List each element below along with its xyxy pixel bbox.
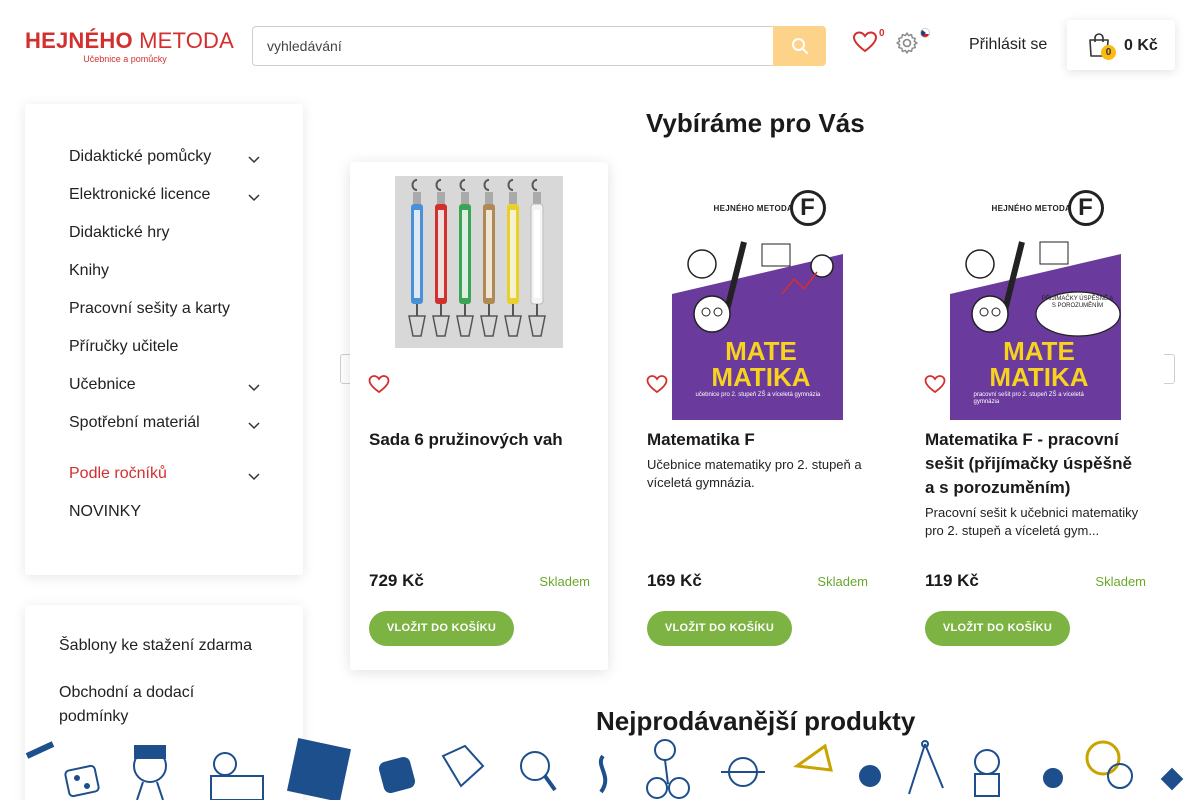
- link-sablony[interactable]: Šablony ke stažení zdarma: [59, 634, 279, 658]
- wishlist-button[interactable]: 0: [852, 28, 885, 58]
- site-logo[interactable]: HEJNÉHO METODA Učebnice a pomůcky: [25, 28, 234, 66]
- book-cover: HEJNÉHO METODA F PŘIJÍMAČKY ÚSPĚŠNĚ A S …: [949, 176, 1121, 420]
- search-input[interactable]: [252, 26, 782, 66]
- heart-icon: [852, 31, 878, 53]
- wishlist-count: 0: [879, 28, 885, 39]
- add-to-wishlist-heart-icon[interactable]: [368, 374, 390, 394]
- cz-flag-icon: [920, 28, 930, 38]
- sidebar-item-podle-rocniku[interactable]: Podle ročníků: [69, 465, 269, 489]
- logo-light-text: METODA: [139, 28, 234, 53]
- product-description: Pracovní sešit k učebnici matematiky pro…: [925, 505, 1139, 538]
- sidebar-item-prirucky-ucitele[interactable]: Příručky učitele: [69, 338, 269, 362]
- book-cover: HEJNÉHO METODA F MATE MATIKA učebnice pr…: [671, 176, 843, 420]
- sidebar-item-ucebnice[interactable]: Učebnice: [69, 376, 269, 400]
- sidebar-item-label: Učebnice: [69, 376, 136, 393]
- sidebar-item-label: Příručky učitele: [69, 338, 179, 355]
- login-link[interactable]: Přihlásit se: [969, 36, 1047, 54]
- add-to-wishlist-heart-icon[interactable]: [924, 374, 946, 394]
- chevron-down-icon[interactable]: [247, 152, 261, 166]
- cover-letter: F: [789, 190, 826, 226]
- product-name[interactable]: Matematika F - pracovní sešit (přijímačk…: [925, 428, 1145, 500]
- cover-illustration: [671, 234, 843, 333]
- settings-button[interactable]: [895, 28, 933, 59]
- cover-illustration: [949, 234, 1121, 337]
- cart-button[interactable]: 0 0 Kč: [1067, 20, 1175, 70]
- cover-brand: HEJNÉHO METODA: [713, 204, 794, 213]
- product-card: Sada 6 pružinových vah 729 Kč Skladem VL…: [350, 162, 608, 670]
- sidebar-item-spotrebni-material[interactable]: Spotřební materiál: [69, 414, 269, 438]
- stock-status: Skladem: [539, 574, 590, 589]
- sidebar-item-label: Pracovní sešity a karty: [69, 300, 230, 317]
- add-to-wishlist-heart-icon[interactable]: [646, 374, 668, 394]
- product-description: Učebnice matematiky pro 2. stupeň a více…: [647, 457, 862, 490]
- sidebar-item-didakticke-pomucky[interactable]: Didaktické pomůcky: [69, 148, 269, 172]
- sidebar-item-label: Spotřební materiál: [69, 414, 200, 431]
- sidebar-item-elektronicke-licence[interactable]: Elektronické licence: [69, 186, 269, 210]
- cover-letter: F: [1067, 190, 1104, 226]
- product-price: 119 Kč: [925, 571, 979, 590]
- add-to-cart-button[interactable]: VLOŽIT DO KOŠÍKU: [925, 611, 1070, 646]
- logo-wordmark: HEJNÉHO METODA: [25, 28, 234, 54]
- logo-tagline: Učebnice a pomůcky: [83, 54, 167, 64]
- sidebar-item-label: Podle ročníků: [69, 465, 167, 482]
- stock-status: Skladem: [817, 574, 868, 589]
- product-card: HEJNÉHO METODA F MATE MATIKA učebnice pr…: [628, 162, 886, 670]
- recommended-title: Vybíráme pro Vás: [646, 108, 865, 138]
- sidebar-item-knihy[interactable]: Knihy: [69, 262, 269, 286]
- cover-title: MATE MATIKA: [711, 336, 811, 392]
- search-bar: [252, 26, 826, 66]
- product-name[interactable]: Sada 6 pružinových vah: [369, 428, 589, 452]
- chevron-down-icon[interactable]: [247, 418, 261, 432]
- cart-total: 0 Kč: [1124, 37, 1158, 54]
- cart-count-badge: 0: [1101, 45, 1116, 60]
- stock-status: Skladem: [1095, 574, 1146, 589]
- chevron-down-icon[interactable]: [247, 190, 261, 204]
- add-to-cart-button[interactable]: VLOŽIT DO KOŠÍKU: [369, 611, 514, 646]
- cover-title: MATE MATIKA: [989, 336, 1089, 392]
- product-card: HEJNÉHO METODA F PŘIJÍMAČKY ÚSPĚŠNĚ A S …: [906, 162, 1164, 670]
- product-name[interactable]: Matematika F: [647, 428, 867, 452]
- sidebar-item-label: Didaktické hry: [69, 224, 170, 241]
- cover-brand: HEJNÉHO METODA: [991, 204, 1072, 213]
- product-price: 169 Kč: [647, 571, 702, 590]
- sidebar-item-pracovni-sesity[interactable]: Pracovní sešity a karty: [69, 300, 269, 324]
- logo-main-text: HEJNÉHO: [25, 28, 133, 53]
- chevron-down-icon[interactable]: [247, 380, 261, 394]
- site-header: HEJNÉHO METODA Učebnice a pomůcky 0 Přih…: [0, 0, 1200, 92]
- sidebar-item-label: Elektronické licence: [69, 186, 211, 203]
- search-button[interactable]: [773, 26, 826, 66]
- category-sidebar: Didaktické pomůcky Elektronické licence …: [25, 104, 303, 575]
- bestsellers-title: Nejprodávanější produkty: [596, 706, 916, 736]
- sidebar-item-label: Didaktické pomůcky: [69, 148, 212, 165]
- gear-icon: [896, 32, 918, 54]
- sidebar-item-label: Knihy: [69, 262, 110, 279]
- chevron-down-icon[interactable]: [247, 469, 261, 483]
- link-obchodni-podminky[interactable]: Obchodní a dodací podmínky: [59, 681, 239, 729]
- decorative-icon-strip: [25, 737, 1184, 800]
- sidebar-item-novinky[interactable]: NOVINKY: [69, 503, 269, 527]
- search-icon: [791, 38, 808, 54]
- cover-bubble-text: PŘIJÍMAČKY ÚSPĚŠNĚ A S POROZUMĚNÍM: [1041, 296, 1114, 309]
- sidebar-item-didakticke-hry[interactable]: Didaktické hry: [69, 224, 269, 248]
- add-to-cart-button[interactable]: VLOŽIT DO KOŠÍKU: [647, 611, 792, 646]
- cover-subtitle: učebnice pro 2. stupeň ZŠ a víceletá gym…: [695, 392, 821, 398]
- product-price: 729 Kč: [369, 571, 424, 590]
- spring-scales-image: [395, 176, 563, 348]
- cover-subtitle: pracovní sešit pro 2. stupeň ZŠ a vícele…: [973, 392, 1084, 405]
- sidebar-item-label: NOVINKY: [69, 503, 142, 520]
